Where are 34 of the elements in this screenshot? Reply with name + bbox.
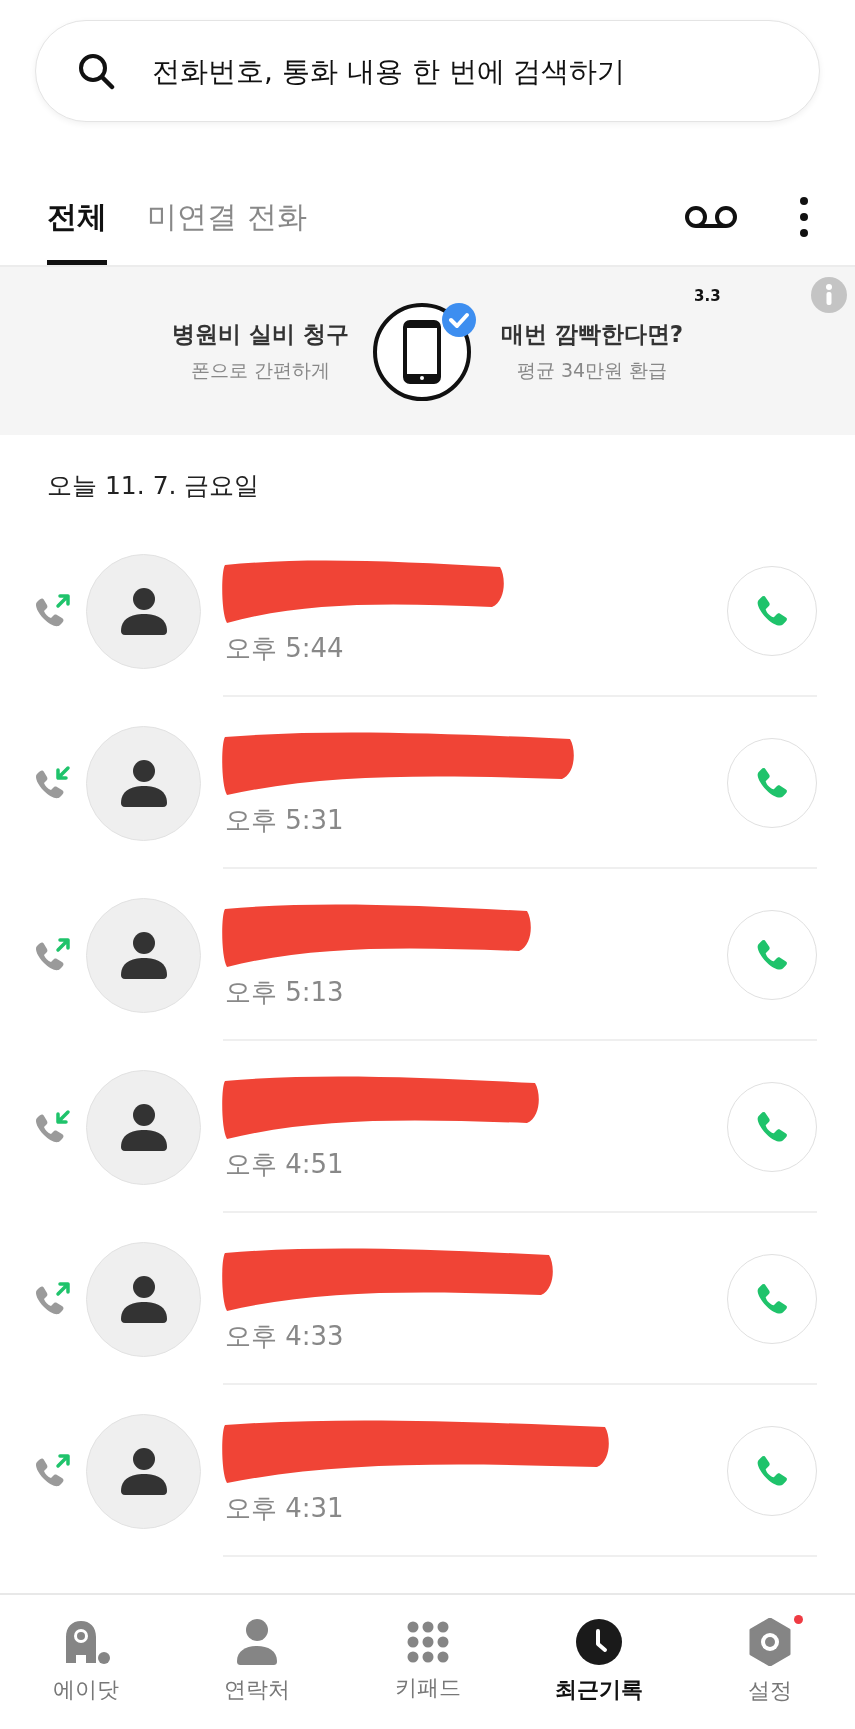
search-icon bbox=[77, 52, 115, 90]
call-time: 오후 5:44 bbox=[225, 631, 345, 665]
nav-tab[interactable]: 설정 bbox=[684, 1595, 855, 1729]
more-icon[interactable] bbox=[800, 197, 808, 237]
person-icon bbox=[118, 587, 169, 635]
nav-tab[interactable]: 최근기록 bbox=[513, 1595, 684, 1729]
person-icon bbox=[118, 1103, 169, 1151]
call-time: 오후 4:33 bbox=[225, 1319, 345, 1353]
person-icon bbox=[118, 931, 169, 979]
person-icon bbox=[235, 1619, 278, 1665]
clock-icon bbox=[575, 1619, 622, 1665]
voicemail-icon[interactable] bbox=[684, 205, 738, 229]
call-time: 오후 5:31 bbox=[225, 803, 345, 837]
search-field[interactable]: 전화번호, 통화 내용 한 번에 검색하기 bbox=[35, 20, 820, 122]
nav-tab[interactable]: 연락처 bbox=[171, 1595, 342, 1729]
call-time: 오후 5:13 bbox=[225, 975, 345, 1009]
call-time: 오후 4:51 bbox=[225, 1147, 345, 1181]
banner-tag: 3.3 bbox=[694, 287, 721, 305]
nav-tab[interactable]: 키패드 bbox=[342, 1595, 513, 1729]
banner-title: 매번 깜빡한다면? bbox=[500, 319, 684, 349]
banner-title: 병원비 실비 청구 bbox=[171, 319, 349, 349]
promo-banner[interactable]: 병원비 실비 청구 폰으로 간편하게 매번 깜빡한다면? 평균 34만원 환급 3.3 bbox=[0, 267, 855, 435]
nav-tab[interactable]: 에이닷 bbox=[0, 1595, 171, 1729]
settings-icon bbox=[747, 1618, 792, 1666]
person-icon bbox=[118, 759, 169, 807]
call-time: 오후 4:31 bbox=[225, 1491, 345, 1525]
banner-subtitle: 평균 34만원 환급 bbox=[516, 357, 668, 383]
date-header: 오늘 11. 7. 금요일 bbox=[46, 470, 261, 502]
tab[interactable]: 미연결 전화 bbox=[147, 197, 307, 265]
phone-check-icon bbox=[370, 300, 479, 402]
person-icon bbox=[118, 1275, 169, 1323]
keypad-icon bbox=[406, 1621, 449, 1663]
person-icon bbox=[118, 1447, 169, 1495]
banner-subtitle: 폰으로 간편하게 bbox=[190, 357, 330, 383]
